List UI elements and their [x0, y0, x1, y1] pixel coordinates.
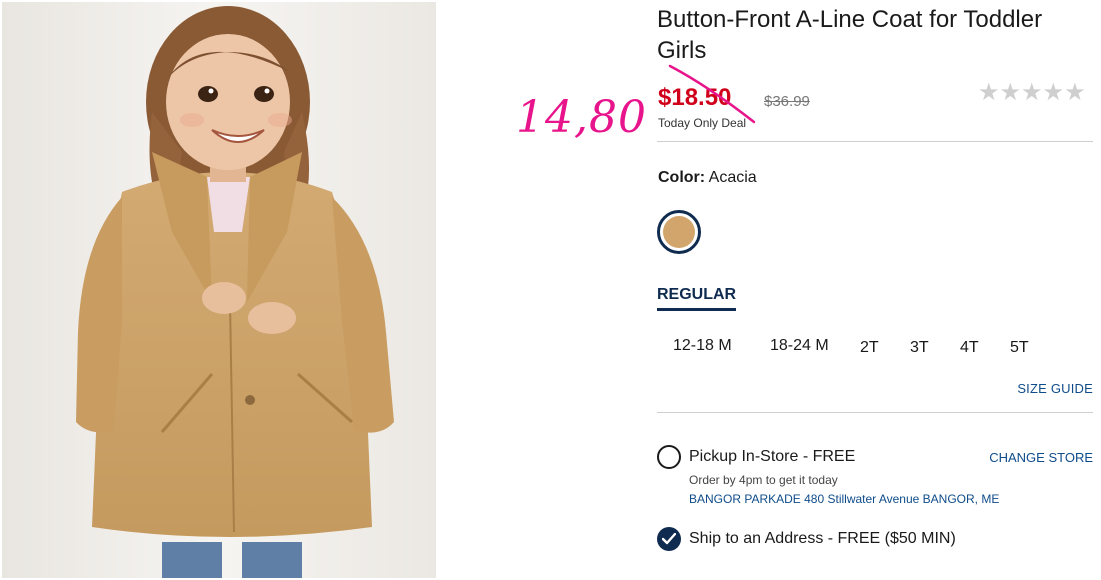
regular-price: $36.99 [764, 93, 810, 110]
size-option[interactable]: 2T [860, 339, 879, 357]
handwritten-price-annotation: 14,80 [516, 92, 647, 143]
ship-label: Ship to an Address - FREE ($50 MIN) [689, 530, 956, 547]
swatch-fill [663, 216, 695, 248]
deal-label: Today Only Deal [658, 116, 747, 130]
product-photo [2, 2, 436, 578]
pickup-order-note: Order by 4pm to get it today [689, 473, 838, 487]
divider [657, 412, 1093, 413]
toddler-coat-illustration [2, 2, 436, 578]
size-option[interactable]: 12-18 M [673, 337, 732, 355]
size-guide-link[interactable]: SIZE GUIDE [1017, 381, 1093, 396]
color-swatch-acacia[interactable] [657, 210, 701, 254]
size-option[interactable]: 3T [910, 339, 929, 357]
tab-regular[interactable]: REGULAR [657, 286, 737, 311]
rating-stars-icon[interactable]: ★★★★★ [978, 81, 1086, 105]
divider [657, 141, 1093, 142]
check-icon [662, 533, 676, 545]
store-address-link[interactable]: BANGOR PARKADE 480 Stillwater Avenue BAN… [689, 492, 999, 506]
color-label: Color: [658, 169, 706, 186]
change-store-link[interactable]: CHANGE STORE [989, 450, 1093, 465]
color-value: Acacia [708, 169, 757, 186]
size-option[interactable]: 18-24 M [770, 337, 829, 355]
ship-radio[interactable] [657, 527, 681, 551]
product-title: Button-Front A-Line Coat for Toddler Gir… [657, 6, 1043, 64]
size-option[interactable]: 5T [1010, 339, 1029, 357]
color-selection-label: Color: Acacia [658, 169, 757, 187]
pickup-label: Pickup In-Store - FREE [689, 448, 856, 465]
pickup-radio[interactable] [657, 445, 681, 469]
size-option[interactable]: 4T [960, 339, 979, 357]
